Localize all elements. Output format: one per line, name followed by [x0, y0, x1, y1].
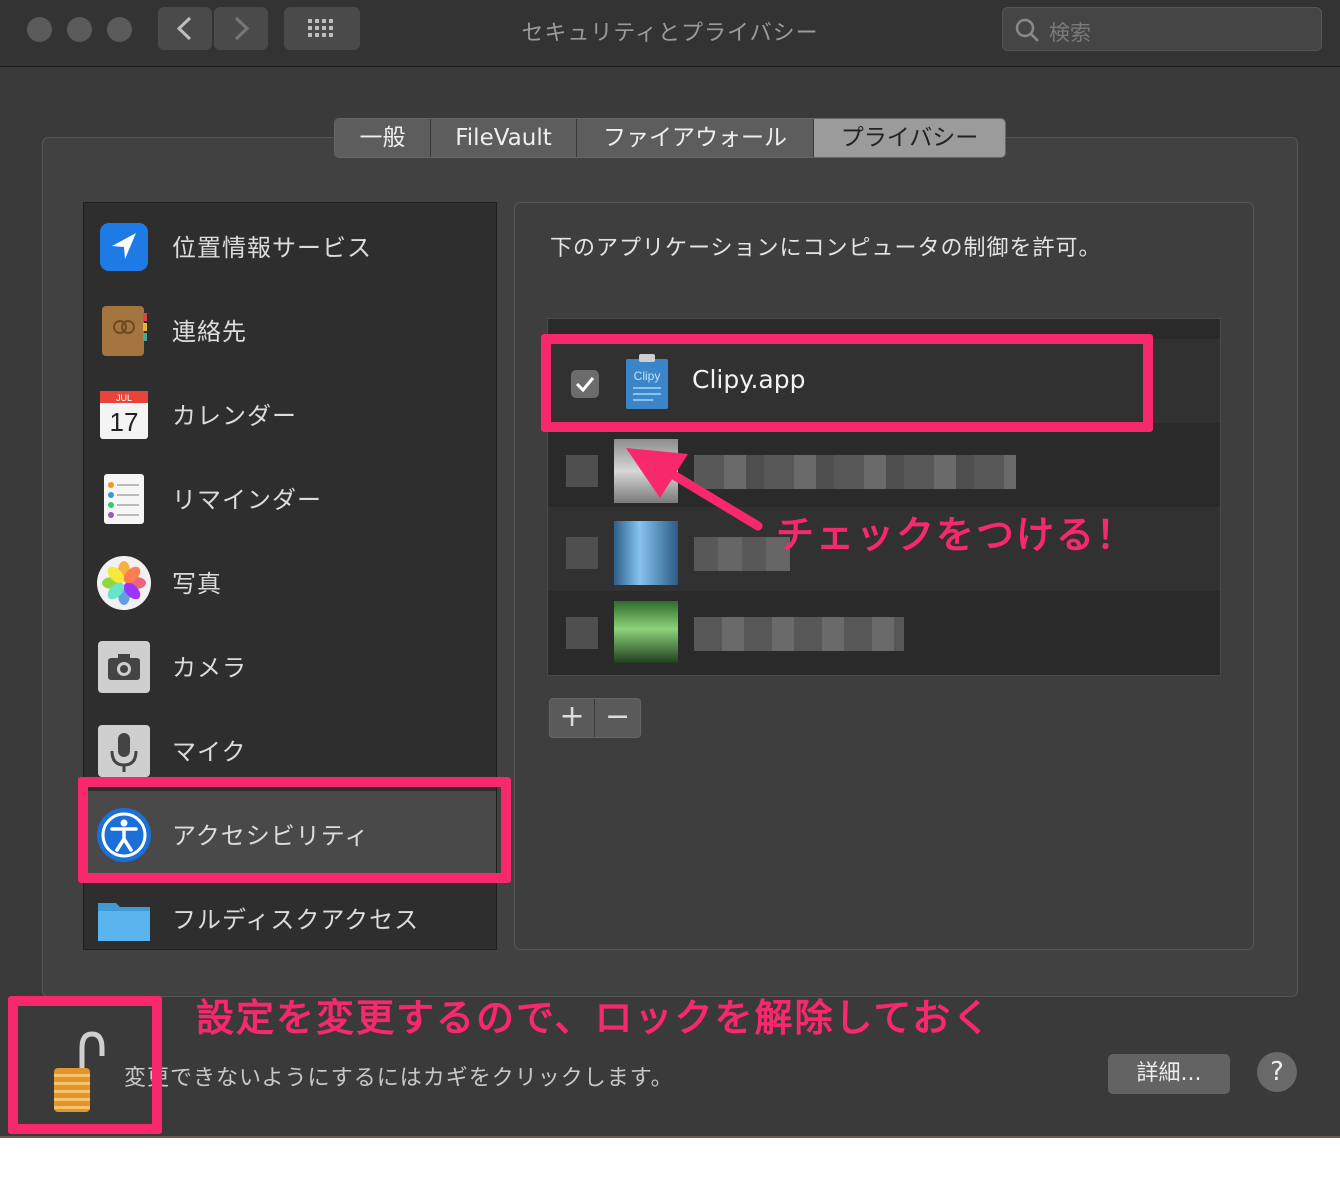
list-item — [548, 318, 1220, 319]
tab-general[interactable]: 一般 — [335, 119, 431, 157]
sidebar-item-contacts[interactable]: 連絡先 — [84, 287, 496, 371]
calendar-icon: JUL 17 — [100, 391, 148, 439]
lock-description: 変更できないようにするにはカギをクリックします。 — [124, 1066, 674, 1091]
contacts-book-icon — [102, 306, 147, 356]
tab-bar: 一般 FileVault ファイアウォール プライバシー — [334, 118, 1006, 158]
advanced-button[interactable]: 詳細... — [1108, 1054, 1230, 1094]
blurred-app-name — [694, 617, 904, 651]
sidebar-item-reminders[interactable]: リマインダー — [84, 455, 496, 539]
check-annotation: チェックをつける！ — [776, 513, 1137, 557]
tab-firewall[interactable]: ファイアウォール — [577, 119, 814, 157]
sidebar-item-camera[interactable]: カメラ — [84, 623, 496, 707]
remove-app-button[interactable]: − — [595, 699, 640, 737]
sidebar-item-label: 連絡先 — [172, 318, 247, 346]
add-remove-control: + − — [549, 698, 641, 738]
detail-heading: 下のアプリケーションにコンピュータの制御を許可。 — [550, 236, 1102, 261]
preferences-window: セキュリティとプライバシー 検索 一般 FileVault ファイアウォール プ… — [0, 0, 1340, 1138]
accessibility-highlight-box — [78, 777, 511, 883]
help-button[interactable]: ? — [1257, 1052, 1297, 1092]
calendar-day: 17 — [110, 407, 139, 437]
lock-highlight-box — [8, 996, 162, 1134]
sidebar-item-label: フルディスクアクセス — [172, 906, 420, 934]
add-app-button[interactable]: + — [550, 699, 596, 737]
camera-icon — [98, 641, 150, 693]
blurred-checkbox — [566, 537, 598, 569]
search-placeholder: 検索 — [1049, 21, 1091, 45]
title-bar: セキュリティとプライバシー 検索 — [0, 0, 1340, 67]
reminders-icon — [104, 474, 144, 524]
annotation-arrow-icon — [626, 448, 763, 531]
sidebar-item-label: リマインダー — [172, 486, 322, 514]
sidebar-item-label: カレンダー — [172, 402, 297, 430]
calendar-month: JUL — [116, 393, 132, 403]
blurred-checkbox — [566, 455, 598, 487]
sidebar-item-label: 位置情報サービス — [172, 234, 372, 262]
sidebar-item-label: カメラ — [172, 654, 247, 682]
search-icon — [1015, 18, 1039, 42]
microphone-icon — [98, 725, 150, 777]
location-arrow-icon — [100, 223, 148, 271]
tab-filevault[interactable]: FileVault — [431, 119, 577, 157]
sidebar-item-label: マイク — [172, 738, 247, 766]
sidebar-item-calendar[interactable]: JUL 17 カレンダー — [84, 371, 496, 455]
clipy-highlight-box — [541, 334, 1153, 432]
sidebar-item-label: 写真 — [172, 570, 222, 598]
tab-privacy[interactable]: プライバシー — [814, 119, 1005, 157]
sidebar-item-location-services[interactable]: 位置情報サービス — [84, 203, 496, 287]
list-item[interactable] — [548, 591, 1220, 675]
blurred-checkbox — [566, 617, 598, 649]
unlock-annotation: 設定を変更するので、ロックを解除しておく — [196, 996, 993, 1040]
photos-icon — [97, 556, 151, 610]
blurred-app-icon — [614, 601, 678, 663]
search-input[interactable]: 検索 — [1002, 7, 1322, 51]
folder-icon — [98, 903, 150, 941]
sidebar-item-full-disk-access[interactable]: フルディスクアクセス — [84, 875, 496, 949]
sidebar-item-photos[interactable]: 写真 — [84, 539, 496, 623]
